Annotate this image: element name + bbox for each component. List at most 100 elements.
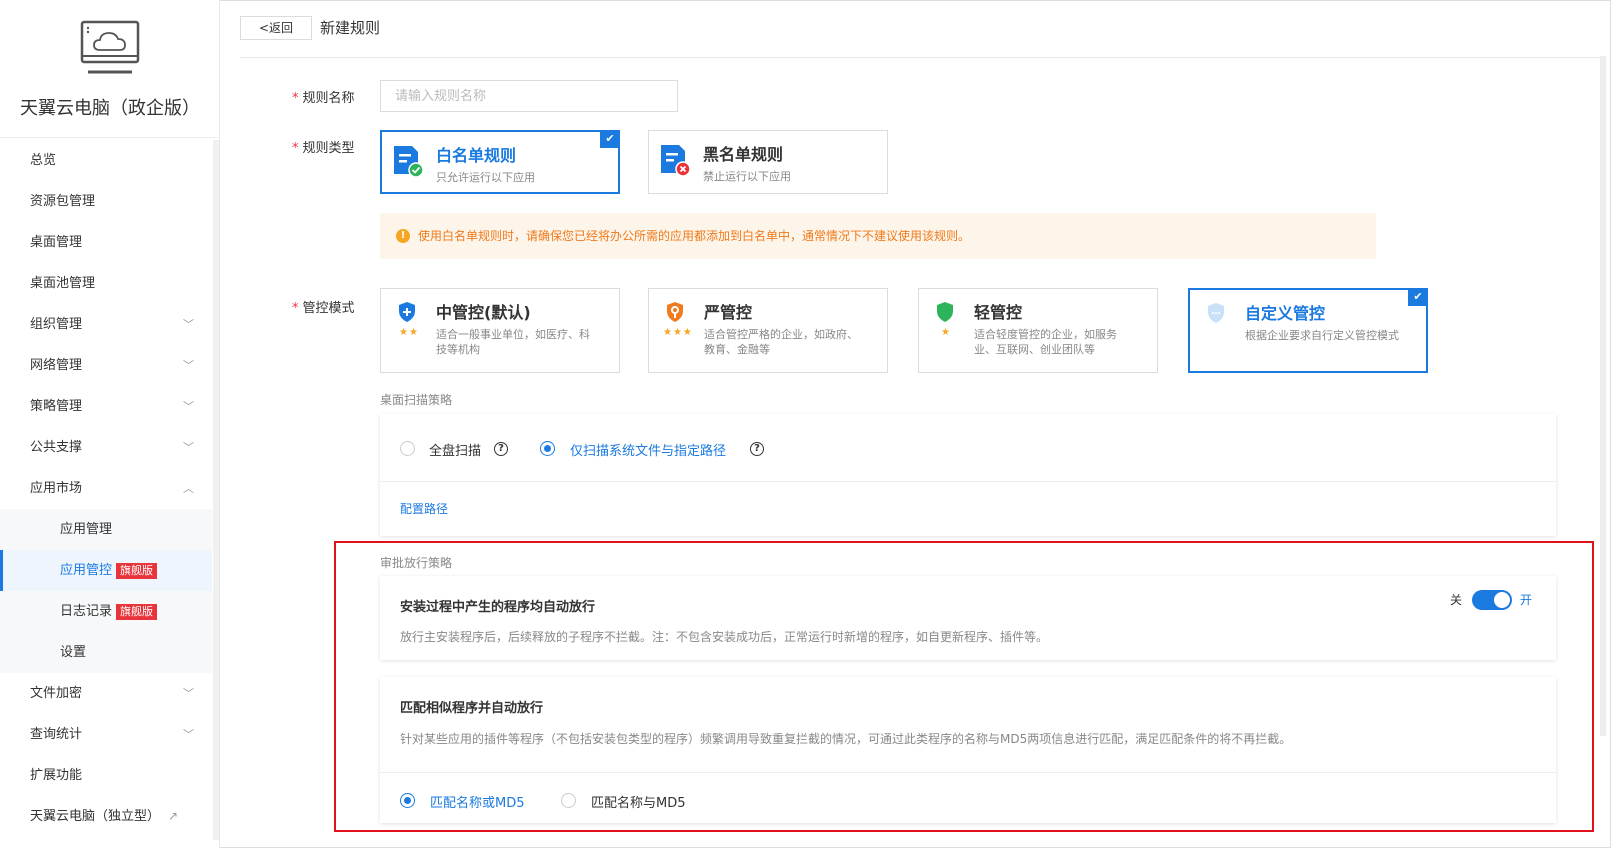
control-mode-label: * 管控模式	[292, 297, 355, 316]
light-control-card[interactable]: ★ 轻管控 适合轻度管控的企业，如服务 业、互联网、创业团队等	[918, 288, 1158, 373]
card-desc-line2: 教育、金融等	[704, 343, 770, 356]
sidebar-item-desktop-pool[interactable]: 桌面池管理	[0, 263, 212, 304]
required-mark: *	[292, 141, 299, 156]
flagship-badge: 旗舰版	[116, 562, 158, 579]
sidebar-item-organization[interactable]: 组织管理 ﹀	[0, 304, 212, 345]
sidebar-item-query-stats[interactable]: 查询统计 ﹀	[0, 714, 212, 755]
check-icon: ✔	[1408, 288, 1428, 306]
chevron-down-icon: ﹀	[183, 318, 194, 331]
match-and-label[interactable]: 匹配名称与MD5	[591, 792, 686, 811]
sidebar-item-label: 资源包管理	[30, 194, 96, 209]
sidebar-item-extensions[interactable]: 扩展功能	[0, 755, 212, 796]
check-icon: ✔	[600, 130, 620, 148]
sidebar-item-overview[interactable]: 总览	[0, 140, 212, 181]
card-desc: 禁止运行以下应用	[703, 170, 791, 183]
label-text: 规则名称	[302, 91, 355, 106]
flagship-badge: 旗舰版	[116, 603, 158, 620]
match-or-label[interactable]: 匹配名称或MD5	[430, 792, 525, 811]
shield-custom-icon	[1208, 303, 1224, 323]
level-stars: ★	[941, 327, 951, 338]
label-text: 管控模式	[302, 301, 355, 316]
sidebar-item-label: 应用管理	[60, 522, 113, 537]
card-desc: 只允许运行以下应用	[436, 171, 535, 184]
page-header: <返回 新建规则	[240, 0, 1600, 58]
card-desc-line1: 适合管控严格的企业，如政府、	[704, 328, 858, 341]
sidebar-item-settings[interactable]: 设置	[0, 632, 212, 673]
sidebar-item-file-encryption[interactable]: 文件加密 ﹀	[0, 673, 212, 714]
match-or-radio[interactable]	[400, 793, 415, 808]
medium-control-card[interactable]: ★★ 中管控(默认) 适合一般事业单位，如医疗、科 技等机构	[380, 288, 620, 373]
chevron-down-icon: ﹀	[183, 728, 194, 741]
sidebar-item-resource-package[interactable]: 资源包管理	[0, 181, 212, 222]
custom-control-card[interactable]: 自定义管控 根据企业要求自行定义管控模式 ✔	[1188, 288, 1428, 373]
sidebar-item-label: 日志记录	[60, 604, 113, 619]
help-icon[interactable]: ?	[494, 442, 508, 456]
sidebar-item-label: 天翼云电脑（独立型）	[30, 809, 161, 824]
sidebar-item-label: 扩展功能	[30, 768, 83, 783]
sidebar-item-policy[interactable]: 策略管理 ﹀	[0, 386, 212, 427]
label-text: 规则类型	[302, 141, 355, 156]
card-title: 白名单规则	[436, 146, 517, 165]
whitelist-rule-card[interactable]: 白名单规则 只允许运行以下应用 ✔	[380, 130, 620, 194]
main-scrollbar[interactable]	[1600, 56, 1606, 736]
sidebar-item-app-management[interactable]: 应用管理	[0, 509, 212, 550]
match-and-radio[interactable]	[561, 793, 576, 808]
sidebar-item-public-support[interactable]: 公共支撑 ﹀	[0, 427, 212, 468]
shield-plus-icon	[399, 302, 415, 322]
system-scan-radio[interactable]	[540, 441, 555, 456]
sidebar-nav: 总览 资源包管理 桌面管理 桌面池管理 组织管理 ﹀ 网络管理 ﹀ 策略管理 ﹀ 公共…	[0, 140, 212, 837]
sidebar-item-label: 应用市场	[30, 481, 83, 496]
full-scan-radio[interactable]	[400, 441, 415, 456]
sidebar-item-label: 公共支撑	[30, 440, 83, 455]
card-desc-line2: 业、互联网、创业团队等	[974, 343, 1095, 356]
back-button[interactable]: <返回	[240, 16, 312, 40]
divider	[380, 772, 1556, 773]
strict-control-card[interactable]: ★★★ 严管控 适合管控严格的企业，如政府、 教育、金融等	[648, 288, 888, 373]
warning-banner: ! 使用白名单规则时，请确保您已经将办公所需的应用都添加到白名单中，通常情况下不…	[380, 213, 1376, 259]
full-scan-label[interactable]: 全盘扫描	[429, 440, 481, 459]
sidebar-item-label: 应用管控	[60, 563, 113, 578]
install-auto-release-toggle[interactable]	[1472, 590, 1512, 610]
level-stars: ★★★	[663, 327, 693, 338]
match-similar-panel: 匹配相似程序并自动放行 针对某些应用的插件等程序（不包括安装包类型的程序）频繁调…	[380, 677, 1556, 823]
system-scan-label[interactable]: 仅扫描系统文件与指定路径	[570, 440, 726, 459]
whitelist-doc-icon	[394, 146, 424, 178]
strategy-desc: 针对某些应用的插件等程序（不包括安装包类型的程序）频繁调用导致重复拦截的情况，可…	[400, 732, 1292, 746]
page-title: 新建规则	[320, 19, 381, 37]
card-title: 轻管控	[974, 303, 1023, 322]
warning-icon: !	[396, 229, 410, 243]
external-link-icon: ↗	[168, 809, 179, 823]
chevron-down-icon: ﹀	[183, 359, 194, 372]
help-icon[interactable]: ?	[750, 442, 764, 456]
approval-section-label: 审批放行策略	[380, 556, 453, 570]
sidebar-item-network[interactable]: 网络管理 ﹀	[0, 345, 212, 386]
card-desc-line1: 适合一般事业单位，如医疗、科	[436, 328, 590, 341]
sidebar-item-logs[interactable]: 日志记录 旗舰版	[0, 591, 212, 632]
required-mark: *	[292, 91, 299, 106]
sidebar-item-app-control[interactable]: 应用管控 旗舰版	[0, 550, 212, 591]
sidebar-scrollbar[interactable]	[213, 140, 219, 840]
blacklist-rule-card[interactable]: 黑名单规则 禁止运行以下应用	[648, 130, 888, 194]
required-mark: *	[292, 301, 299, 316]
sidebar-item-label: 设置	[60, 645, 87, 660]
sidebar-item-standalone[interactable]: 天翼云电脑（独立型） ↗	[0, 796, 212, 837]
strategy-title: 匹配相似程序并自动放行	[400, 701, 544, 716]
config-path-link[interactable]: 配置路径	[400, 500, 448, 517]
install-auto-release-panel: 安装过程中产生的程序均自动放行 放行主安装程序后，后续释放的子程序不拦截。注：不…	[380, 576, 1556, 660]
shield-key-icon	[667, 302, 683, 322]
toggle-off-label: 关	[1450, 593, 1463, 607]
sidebar-item-desktop[interactable]: 桌面管理	[0, 222, 212, 263]
rule-name-input[interactable]	[380, 80, 678, 112]
card-desc-line2: 技等机构	[436, 343, 480, 356]
sidebar-item-label: 桌面池管理	[30, 276, 96, 291]
chevron-up-icon: ︿	[183, 482, 194, 495]
card-title: 黑名单规则	[703, 145, 784, 164]
toggle-on-label: 开	[1520, 593, 1533, 607]
scan-panel: 全盘扫描 ? 仅扫描系统文件与指定路径 ? 配置路径	[380, 414, 1556, 536]
sidebar-item-app-market[interactable]: 应用市场 ︿	[0, 468, 212, 509]
blacklist-doc-icon	[661, 145, 691, 177]
chevron-down-icon: ﹀	[183, 687, 194, 700]
card-title: 中管控(默认)	[436, 303, 531, 322]
card-title: 自定义管控	[1245, 304, 1326, 323]
strategy-title: 安装过程中产生的程序均自动放行	[400, 600, 596, 615]
